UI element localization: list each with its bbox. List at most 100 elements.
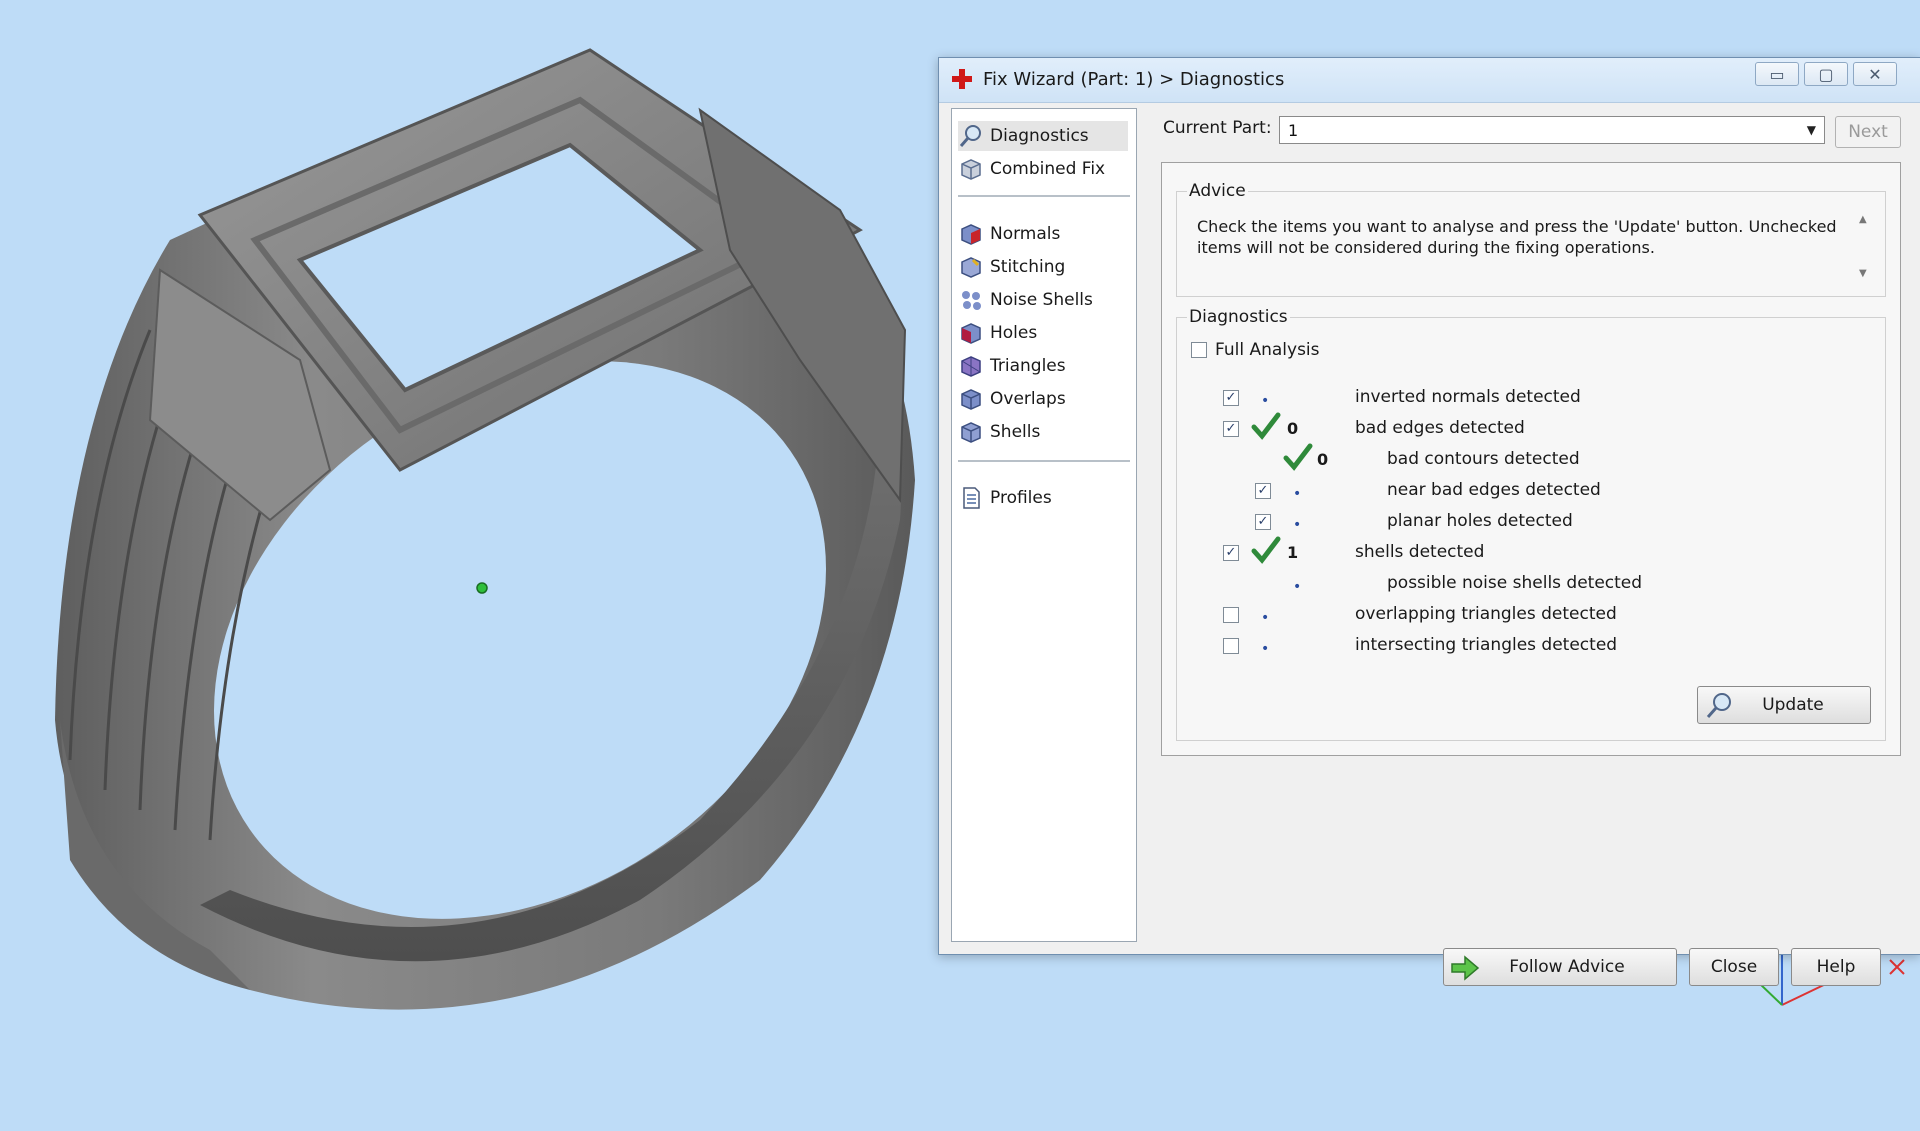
help-button[interactable]: Help: [1791, 948, 1881, 986]
nav-item-label: Normals: [990, 224, 1061, 244]
nav-item-label: Diagnostics: [990, 126, 1089, 146]
nav-item-diagnostics[interactable]: Diagnostics: [958, 121, 1128, 151]
full-analysis-checkbox[interactable]: [1191, 342, 1207, 358]
pivot-point-icon: [476, 582, 488, 594]
scroll-up-icon[interactable]: ▲: [1859, 214, 1867, 225]
advice-text: Check the items you want to analyse and …: [1197, 217, 1837, 257]
status-dot-icon: •: [1261, 641, 1270, 657]
row-label: intersecting triangles detected: [1355, 635, 1618, 655]
diag-row-planar-holes: ✓ • planar holes detected: [1177, 510, 1897, 538]
status-dot-icon: •: [1293, 517, 1302, 533]
red-cross-icon: [952, 69, 972, 89]
diag-row-bad-edges: ✓ 0 bad edges detected: [1177, 412, 1897, 445]
row-checkbox[interactable]: [1223, 638, 1239, 654]
diagnostics-title: Diagnostics: [1187, 307, 1290, 327]
nav-item-triangles[interactable]: Triangles: [958, 351, 1128, 381]
diag-row-shells: ✓ 1 shells detected: [1177, 536, 1897, 569]
nav-item-noise-shells[interactable]: Noise Shells: [958, 285, 1128, 315]
nav-item-shells[interactable]: Shells: [958, 417, 1128, 447]
nav-item-label: Profiles: [990, 488, 1052, 508]
nav-item-normals[interactable]: Normals: [958, 219, 1128, 249]
diag-row-overlapping-triangles: • overlapping triangles detected: [1177, 603, 1897, 631]
status-dot-icon: •: [1261, 610, 1270, 626]
row-count: 0: [1317, 450, 1329, 469]
minimize-icon: ▭: [1769, 64, 1785, 84]
nav-item-profiles[interactable]: Profiles: [958, 483, 1128, 513]
green-check-icon: [1283, 443, 1313, 471]
nav-item-holes[interactable]: Holes: [958, 318, 1128, 348]
green-check-icon: [1251, 412, 1281, 440]
dialog-titlebar[interactable]: Fix Wizard (Part: 1) > Diagnostics ▭ ▢ ✕: [939, 58, 1920, 103]
ring-model[interactable]: [55, 48, 934, 1034]
cube-red-face-icon: [961, 224, 981, 245]
fix-wizard-dialog: Fix Wizard (Part: 1) > Diagnostics ▭ ▢ ✕…: [938, 57, 1920, 986]
nav-item-stitching[interactable]: Stitching: [958, 252, 1128, 282]
cube-stitch-icon: [961, 257, 981, 278]
diag-row-noise-shells: • possible noise shells detected: [1177, 572, 1897, 600]
row-label: overlapping triangles detected: [1355, 604, 1617, 624]
diagnostics-group: Diagnostics Full Analysis ✓ • inverted n…: [1176, 307, 1886, 741]
close-window-button[interactable]: ✕: [1853, 62, 1897, 86]
help-button-label: Help: [1816, 957, 1856, 977]
row-label: shells detected: [1355, 542, 1485, 562]
nav-item-label: Stitching: [990, 257, 1066, 277]
minimize-button[interactable]: ▭: [1755, 62, 1799, 86]
advice-title: Advice: [1187, 181, 1248, 201]
advice-scrollbar[interactable]: ▲ ▼: [1855, 214, 1875, 286]
row-checkbox[interactable]: ✓: [1223, 390, 1239, 406]
row-label: bad edges detected: [1355, 418, 1525, 438]
diag-row-intersecting-triangles: • intersecting triangles detected: [1177, 634, 1897, 662]
row-checkbox[interactable]: ✓: [1223, 421, 1239, 437]
cube-overlaps-icon: [961, 389, 981, 410]
nav-item-overlaps[interactable]: Overlaps: [958, 384, 1128, 414]
close-button[interactable]: Close: [1689, 948, 1779, 986]
status-dot-icon: •: [1293, 486, 1302, 502]
row-label: bad contours detected: [1387, 449, 1580, 469]
row-label: planar holes detected: [1387, 511, 1573, 531]
row-label: possible noise shells detected: [1387, 573, 1643, 593]
green-check-icon: [1251, 536, 1281, 564]
row-checkbox[interactable]: ✓: [1223, 545, 1239, 561]
scroll-down-icon[interactable]: ▼: [1859, 268, 1867, 279]
nav-separator: [958, 460, 1130, 462]
row-checkbox[interactable]: ✓: [1255, 514, 1271, 530]
cube-shells-icon: [961, 422, 981, 443]
current-part-value: 1: [1288, 121, 1299, 140]
chevron-down-icon: ▼: [1806, 123, 1816, 137]
current-part-select[interactable]: 1 ▼: [1279, 116, 1825, 144]
row-checkbox[interactable]: ✓: [1255, 483, 1271, 499]
row-checkbox[interactable]: [1223, 607, 1239, 623]
nav-item-label: Holes: [990, 323, 1038, 343]
document-icon: [963, 487, 980, 509]
green-arrow-icon: [1451, 955, 1480, 981]
noise-shells-icon: [962, 291, 981, 310]
cube-icon: [961, 159, 981, 180]
nav-item-label: Overlaps: [990, 389, 1066, 409]
nav-item-label: Shells: [990, 422, 1041, 442]
maximize-icon: ▢: [1818, 64, 1834, 84]
follow-advice-button[interactable]: Follow Advice: [1443, 948, 1677, 986]
nav-item-label: Combined Fix: [990, 159, 1106, 179]
close-button-label: Close: [1710, 957, 1758, 977]
row-count: 0: [1287, 419, 1299, 438]
nav-item-label: Noise Shells: [990, 290, 1093, 310]
maximize-button[interactable]: ▢: [1804, 62, 1848, 86]
dialog-body: Diagnostics Combined Fix Normals Stitchi…: [951, 108, 1920, 986]
next-button[interactable]: Next: [1835, 116, 1901, 148]
update-button[interactable]: Update: [1697, 686, 1871, 724]
nav-item-label: Triangles: [990, 356, 1066, 376]
dialog-title: Fix Wizard (Part: 1) > Diagnostics: [983, 69, 1285, 90]
cube-triangles-icon: [961, 356, 981, 377]
current-part-label: Current Part:: [1163, 118, 1272, 138]
row-label: near bad edges detected: [1387, 480, 1601, 500]
diagnostics-panel: Advice Check the items you want to analy…: [1161, 162, 1901, 756]
wizard-nav: Diagnostics Combined Fix Normals Stitchi…: [951, 108, 1137, 942]
update-button-label: Update: [1762, 695, 1824, 715]
close-icon: ✕: [1868, 64, 1882, 84]
nav-item-combined-fix[interactable]: Combined Fix: [958, 154, 1128, 184]
magnifier-icon: [1706, 693, 1731, 718]
follow-advice-label: Follow Advice: [1509, 957, 1625, 977]
next-button-label: Next: [1848, 122, 1888, 142]
advice-group: Advice Check the items you want to analy…: [1176, 181, 1886, 297]
magnifier-icon: [959, 125, 981, 147]
